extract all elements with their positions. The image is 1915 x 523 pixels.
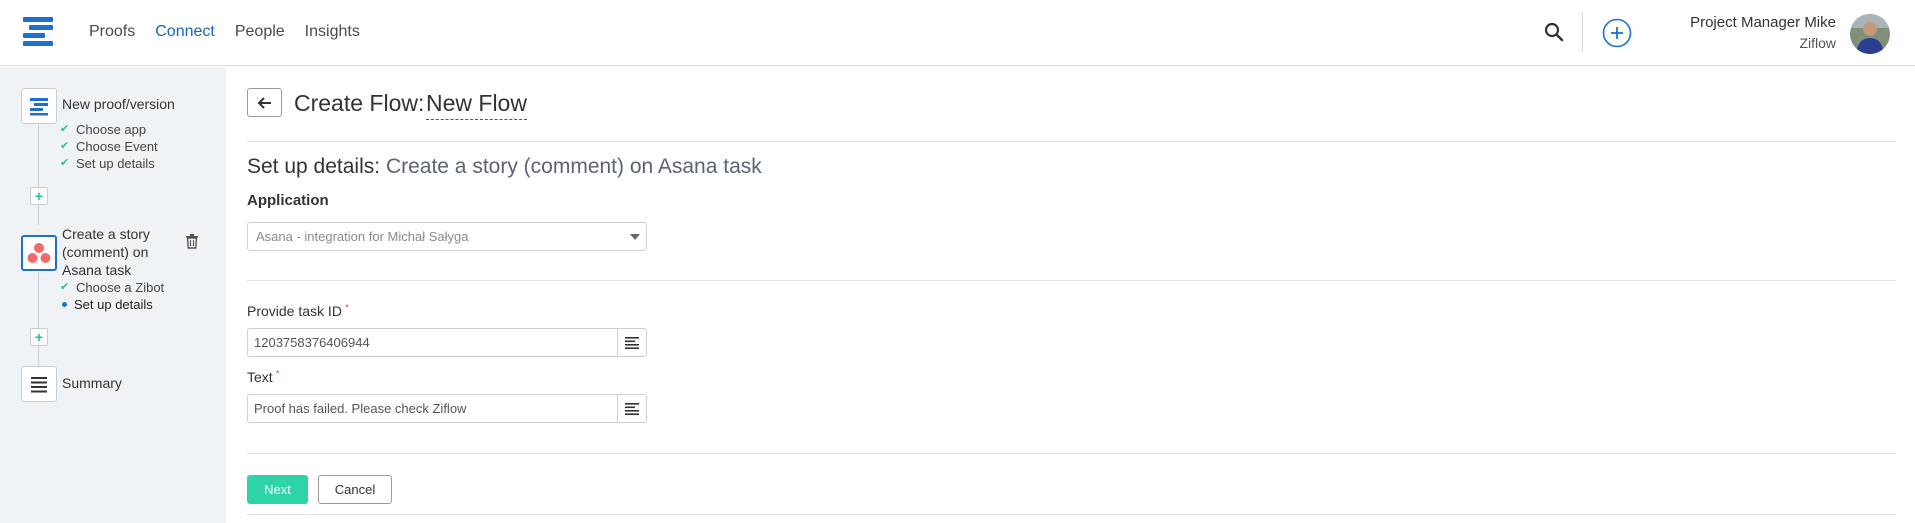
cancel-button[interactable]: Cancel bbox=[318, 475, 392, 504]
current-step-dot bbox=[60, 302, 74, 307]
insert-field-button[interactable] bbox=[617, 328, 647, 357]
trash-icon[interactable] bbox=[184, 233, 200, 249]
nav-people[interactable]: People bbox=[235, 22, 285, 42]
step-action-title[interactable]: Create a story (comment) on Asana task bbox=[62, 225, 150, 279]
insert-field-button[interactable] bbox=[617, 394, 647, 423]
check-icon: ✔ bbox=[60, 140, 70, 152]
step-action-icon[interactable] bbox=[21, 235, 57, 271]
divider bbox=[247, 453, 1896, 454]
summary-lines-icon bbox=[31, 377, 47, 393]
required-asterisk: * bbox=[344, 303, 349, 314]
step-summary-title[interactable]: Summary bbox=[62, 374, 122, 392]
step-subitem: ✔ Choose Event bbox=[60, 139, 158, 154]
step-subitem: ✔ Choose a Zibot bbox=[60, 280, 165, 295]
check-icon: ✔ bbox=[60, 123, 70, 135]
top-bar-divider bbox=[1582, 12, 1583, 52]
step-trigger-icon[interactable] bbox=[21, 88, 57, 124]
required-asterisk: * bbox=[275, 369, 280, 380]
section-title: Set up details: Create a story (comment)… bbox=[247, 155, 762, 178]
main-nav: Proofs Connect People Insights bbox=[89, 22, 380, 42]
avatar-photo bbox=[1850, 14, 1890, 54]
page-title: Create Flow: bbox=[294, 90, 425, 116]
add-step-button[interactable]: + bbox=[30, 328, 48, 346]
nav-insights[interactable]: Insights bbox=[305, 22, 360, 42]
step-subitem: ✔ Set up details bbox=[60, 156, 155, 171]
ziflow-logo-icon[interactable] bbox=[21, 15, 55, 49]
text-input[interactable] bbox=[247, 394, 618, 423]
divider bbox=[247, 141, 1896, 142]
user-org: Ziflow bbox=[1799, 35, 1836, 51]
arrow-left-icon bbox=[257, 96, 271, 109]
top-bar: Proofs Connect People Insights Project M… bbox=[0, 0, 1915, 66]
step-connector bbox=[38, 205, 39, 225]
create-plus-icon[interactable] bbox=[1602, 18, 1632, 48]
back-button[interactable] bbox=[247, 88, 282, 117]
avatar[interactable] bbox=[1850, 14, 1890, 54]
ziflow-logo-icon bbox=[30, 98, 48, 116]
caret-down-icon bbox=[630, 234, 640, 240]
nav-connect[interactable]: Connect bbox=[155, 22, 215, 42]
flow-name-editable[interactable]: New Flow bbox=[426, 89, 527, 120]
text-lines-icon bbox=[625, 336, 639, 349]
step-summary-icon[interactable] bbox=[21, 366, 57, 402]
application-label: Application bbox=[247, 192, 329, 209]
application-select[interactable]: Asana - integration for Michał Sałyga bbox=[247, 222, 647, 251]
divider bbox=[247, 514, 1896, 515]
next-button[interactable]: Next bbox=[247, 475, 308, 504]
check-icon: ✔ bbox=[60, 281, 70, 293]
user-name[interactable]: Project Manager Mike bbox=[1690, 14, 1836, 31]
text-lines-icon bbox=[625, 402, 639, 415]
divider bbox=[247, 280, 1896, 281]
task-id-input[interactable] bbox=[247, 328, 618, 357]
search-icon[interactable] bbox=[1543, 21, 1565, 43]
check-icon: ✔ bbox=[60, 157, 70, 169]
step-connector bbox=[38, 346, 39, 366]
step-subitem: ✔ Choose app bbox=[60, 122, 147, 137]
task-id-label: Provide task ID * bbox=[247, 303, 349, 319]
step-subitem-current: Set up details bbox=[60, 296, 153, 313]
application-select-value: Asana - integration for Michał Sałyga bbox=[256, 229, 469, 244]
text-label: Text * bbox=[247, 369, 280, 385]
nav-proofs[interactable]: Proofs bbox=[89, 22, 135, 42]
add-step-button[interactable]: + bbox=[30, 187, 48, 205]
flow-steps-sidebar: New proof/version ✔ Choose app ✔ Choose … bbox=[0, 67, 226, 523]
asana-icon bbox=[27, 243, 51, 263]
step-trigger-title[interactable]: New proof/version bbox=[62, 95, 175, 113]
